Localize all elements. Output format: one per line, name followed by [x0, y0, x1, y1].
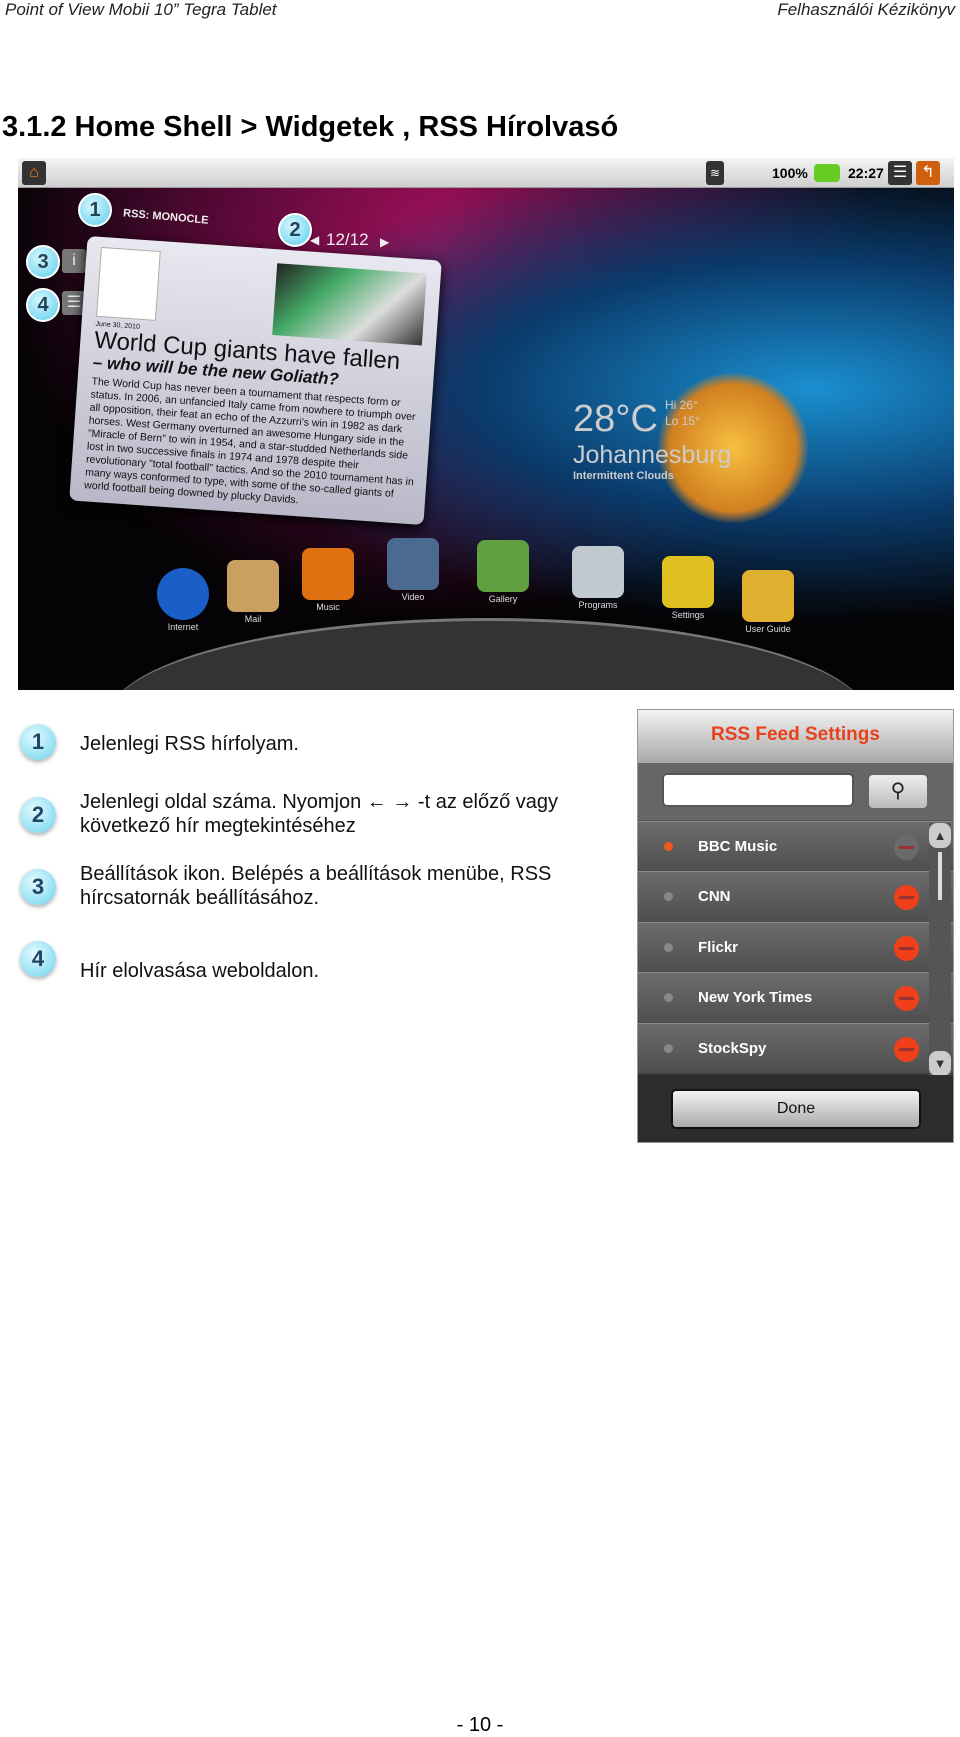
note-number-1: 1 [20, 724, 56, 760]
menu-icon: ☰ [888, 161, 912, 185]
scroll-down-icon[interactable]: ▼ [929, 1051, 951, 1076]
note-text-2: Jelenlegi oldal száma. Nyomjon ← → -t az… [80, 791, 558, 837]
feed-status-dot [664, 942, 673, 952]
scroll-up-icon[interactable]: ▲ [929, 823, 951, 848]
dock-app-label: Settings [671, 610, 705, 620]
feed-name: StockSpy [698, 1039, 767, 1057]
note-text-4: Hír elolvasása weboldalon. [80, 960, 320, 982]
battery-icon [814, 164, 840, 182]
search-icon: ⚲ [890, 780, 906, 802]
search-button[interactable]: ⚲ [869, 775, 927, 808]
feed-search-input[interactable] [662, 773, 854, 807]
weather-lo: Lo 15° [665, 414, 700, 428]
dock-app-user-guide[interactable]: User Guide [733, 570, 803, 634]
tablet-screenshot: ⌂ ≋ 100% 22:27 ☰ ↰ 1 RSS: MONOCLE 3 i 4 … [18, 158, 954, 690]
done-button[interactable]: Done [671, 1089, 921, 1129]
feed-label: RSS: MONOCLE [122, 207, 209, 227]
remove-feed-icon[interactable] [894, 835, 919, 860]
dock-app-label: User Guide [745, 624, 791, 634]
note-text-3: Beállítások ikon. Belépés a beállítások … [80, 863, 552, 909]
feed-status-dot [664, 842, 673, 851]
video-icon [387, 538, 439, 590]
marker-4: 4 [26, 288, 60, 322]
dock-app-label: Mail [244, 614, 262, 624]
remove-feed-icon[interactable] [894, 885, 919, 911]
next-arrow-icon[interactable]: ▶ [380, 235, 389, 249]
feed-name: New York Times [698, 989, 813, 1007]
internet-icon [157, 568, 209, 620]
dock-app-label: Music [316, 602, 340, 612]
page-counter: 12/12 [326, 230, 369, 249]
weather-widget[interactable]: 28°C Hi 26° Lo 15° Johannesburg Intermit… [573, 398, 731, 482]
header-left: Point of View Mobii 10” Tegra Tablet [5, 0, 277, 19]
prev-arrow-icon[interactable]: ◀ [310, 233, 319, 247]
feed-scrollbar[interactable]: ▲ ▼ [929, 823, 951, 1076]
back-icon: ↰ [916, 161, 940, 185]
home-background: 1 RSS: MONOCLE 3 i 4 ☰ June 30, 2010 Wor… [18, 188, 954, 690]
note-text-1: Jelenlegi RSS hírfolyam. [80, 733, 299, 755]
weather-city: Johannesburg [573, 441, 732, 469]
dock-app-mail[interactable]: Mail [218, 560, 288, 624]
world-cup-logo [96, 246, 161, 321]
scroll-thumb[interactable] [938, 852, 942, 900]
marker-3: 3 [26, 245, 60, 279]
weather-temp: 28°C [573, 398, 658, 440]
dock-app-programs[interactable]: Programs [563, 546, 633, 610]
feed-name: CNN [698, 888, 731, 906]
section-title: 3.1.2 Home Shell > Widgetek , RSS Hírolv… [2, 111, 619, 143]
remove-feed-icon[interactable] [894, 1036, 919, 1062]
clock: 22:27 [848, 165, 884, 181]
remove-feed-icon[interactable] [894, 935, 919, 961]
battery-percent: 100% [772, 165, 808, 181]
feed-row[interactable]: StockSpy [638, 1022, 953, 1073]
feed-row[interactable]: New York Times [638, 972, 953, 1023]
feed-status-dot [664, 1043, 673, 1053]
dock-app-music[interactable]: Music [293, 548, 363, 612]
header-right: Felhasználói Kézikönyv [777, 0, 955, 19]
dock-app-label: Gallery [488, 594, 518, 604]
article-photo [272, 263, 427, 346]
feed-row[interactable]: CNN [638, 871, 953, 922]
rss-feed-settings-panel: RSS Feed Settings ⚲ BBC Music CNN Flickr Ne… [637, 709, 954, 1143]
feed-status-dot [664, 892, 673, 902]
music-icon [302, 548, 354, 600]
note-number-4: 4 [20, 941, 56, 977]
programs-icon [572, 546, 624, 598]
rss-article-card[interactable]: June 30, 2010 World Cup giants have fall… [69, 235, 442, 526]
dock-app-label: Internet [167, 622, 199, 632]
feed-name: BBC Music [698, 838, 778, 855]
weather-condition: Intermittent Clouds [573, 470, 674, 482]
remove-feed-icon[interactable] [894, 986, 919, 1012]
dock-app-internet[interactable]: Internet [148, 568, 218, 632]
gallery-icon [477, 540, 529, 592]
marker-1: 1 [78, 193, 112, 227]
feed-row[interactable]: BBC Music [638, 821, 953, 872]
dock-app-settings[interactable]: Settings [653, 556, 723, 620]
dock-app-video[interactable]: Video [378, 538, 448, 602]
rss-settings-title: RSS Feed Settings [638, 710, 953, 763]
dock-app-label: Programs [578, 600, 618, 610]
note-number-3: 3 [20, 869, 56, 905]
settings-icon [662, 556, 714, 608]
note-number-2: 2 [20, 797, 56, 833]
marker-2: 2 [278, 213, 312, 247]
dock-app-gallery[interactable]: Gallery [468, 540, 538, 604]
home-icon: ⌂ [22, 161, 46, 185]
wifi-icon: ≋ [706, 161, 724, 185]
feed-row[interactable]: Flickr [638, 921, 953, 973]
feed-status-dot [664, 993, 673, 1003]
dock-app-label: Video [401, 592, 425, 602]
info-icon[interactable]: i [62, 249, 86, 273]
feed-name: Flickr [698, 938, 739, 956]
user-guide-icon [742, 570, 794, 622]
mail-icon [227, 560, 279, 612]
article-body: The World Cup has never been a tournamen… [83, 375, 416, 507]
weather-hi: Hi 26° [665, 398, 698, 412]
status-bar: ⌂ ≋ 100% 22:27 ☰ ↰ [18, 158, 954, 188]
